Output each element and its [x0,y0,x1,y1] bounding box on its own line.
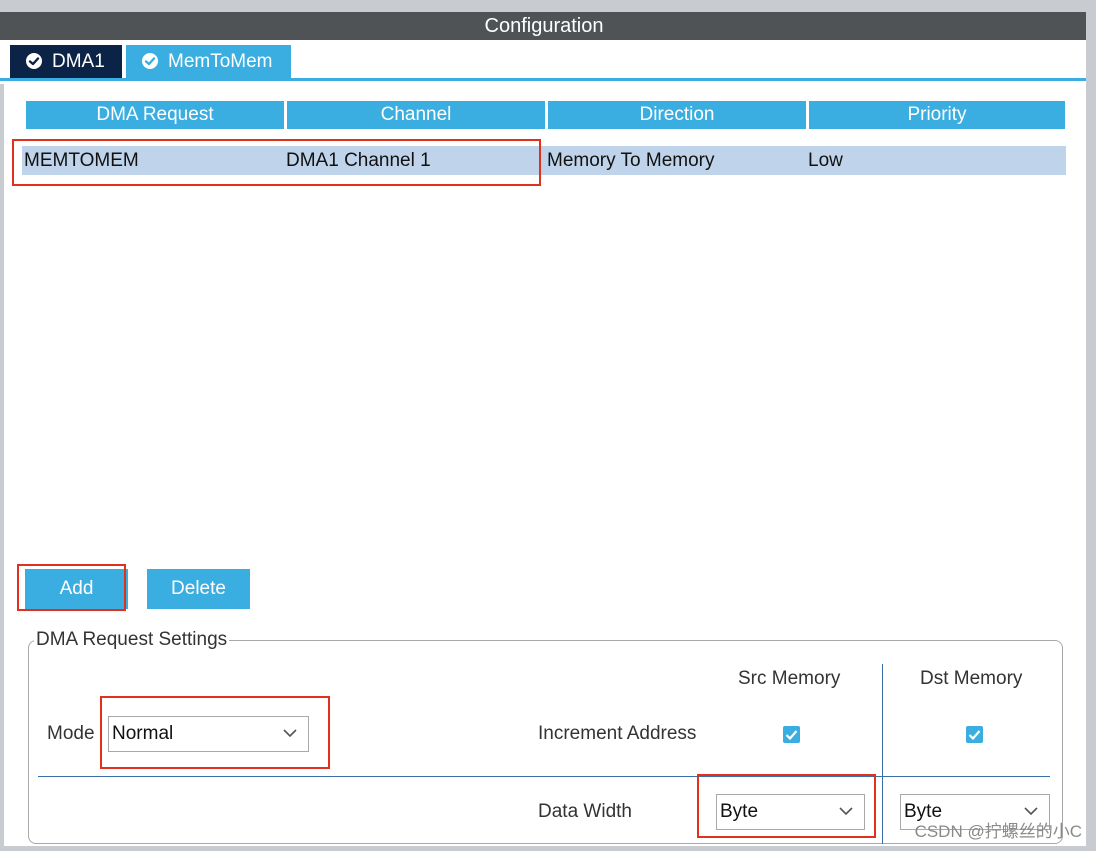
tab-underline [0,78,1086,81]
data-width-label: Data Width [538,801,632,822]
tab-dma1[interactable]: DMA1 [10,45,122,78]
highlight-box-row [12,139,541,186]
dst-increment-checkbox[interactable] [966,726,983,743]
increment-address-label: Increment Address [538,723,697,744]
tab-memtomem[interactable]: MemToMem [126,45,291,78]
tab-memtomem-label: MemToMem [168,51,273,72]
tab-dma1-label: DMA1 [52,51,105,72]
mode-label: Mode [47,723,95,744]
window-right-edge [1086,0,1096,851]
check-circle-icon [142,53,158,69]
delete-button[interactable]: Delete [147,569,250,609]
dst-memory-header: Dst Memory [920,668,1023,689]
src-increment-checkbox[interactable] [783,726,800,743]
watermark-text: CSDN @拧螺丝的小C [914,822,1082,841]
column-header-direction[interactable]: Direction [548,101,806,129]
highlight-box-add [17,564,126,611]
column-header-priority[interactable]: Priority [809,101,1065,129]
checkmark-icon [785,730,798,741]
highlight-box-data-width [697,774,876,838]
highlight-box-mode [100,696,330,769]
window-top-edge [0,0,1096,11]
column-header-channel[interactable]: Channel [287,101,545,129]
settings-divider [38,776,1050,777]
panel-title: Configuration [0,12,1088,40]
chevron-down-icon [1024,807,1038,816]
src-memory-header: Src Memory [738,668,841,689]
dst-data-width-value: Byte [904,801,943,822]
column-divider [882,664,883,844]
cell-priority: Low [806,146,1066,175]
cell-direction: Memory To Memory [545,146,807,175]
checkmark-icon [968,730,981,741]
column-header-dma-request[interactable]: DMA Request [26,101,284,129]
check-circle-icon [26,53,42,69]
settings-legend: DMA Request Settings [34,629,230,651]
